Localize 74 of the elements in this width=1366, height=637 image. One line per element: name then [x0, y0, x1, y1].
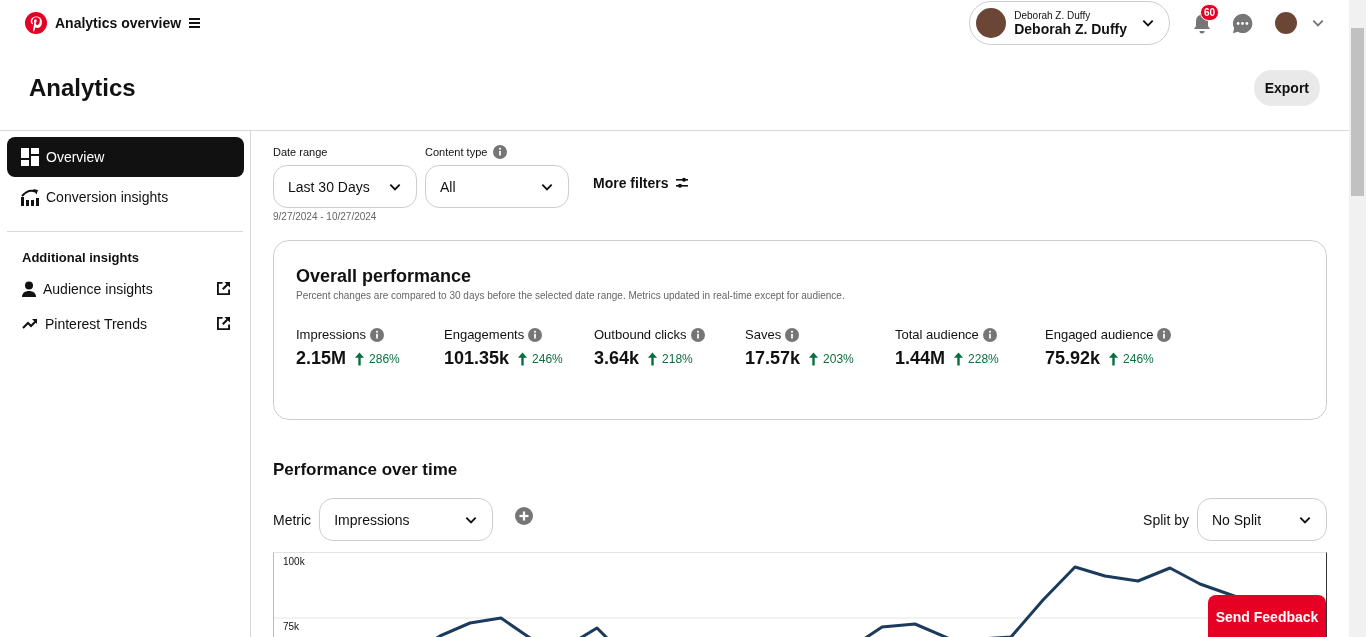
account-switcher[interactable]: Deborah Z. Duffy Deborah Z. Duffy	[969, 1, 1170, 45]
arrow-up-icon	[647, 351, 659, 366]
metric-dropdown[interactable]: Impressions	[319, 498, 494, 541]
person-icon	[22, 280, 36, 297]
metric-label: Saves	[745, 327, 782, 342]
menu-icon[interactable]	[189, 18, 201, 28]
trending-up-icon	[22, 317, 38, 330]
scrollbar-thumb[interactable]	[1351, 28, 1364, 196]
avatar-placeholder[interactable]	[1275, 12, 1297, 34]
sidebar-link[interactable]: Audience insights	[7, 271, 244, 306]
filter-label: Content type	[425, 146, 488, 158]
info-icon	[528, 327, 543, 342]
metric-change: 246%	[532, 351, 563, 366]
scrollbar[interactable]	[1349, 0, 1366, 637]
metric-change: 203%	[823, 351, 854, 366]
account-subtitle: Deborah Z. Duffy	[1014, 9, 1091, 21]
section-heading: Additional insights	[21, 249, 140, 267]
axis-tick-label: 75k	[283, 621, 300, 632]
metric-label: Engagements	[444, 327, 525, 342]
metric-value: 17.57k	[745, 348, 801, 369]
metric-change: 218%	[662, 351, 693, 366]
content-type-dropdown[interactable]: All	[425, 165, 569, 208]
card-title: Overall performance	[296, 266, 473, 287]
notification-badge: 60	[1200, 4, 1220, 21]
info-icon	[690, 327, 705, 342]
external-link-icon	[217, 282, 230, 295]
split-dropdown[interactable]: No Split	[1197, 498, 1327, 541]
info-icon	[493, 145, 508, 159]
arrow-up-icon	[1108, 351, 1120, 366]
arrow-up-icon	[953, 351, 965, 366]
metric-value: 101.35k	[444, 348, 510, 369]
metric-value: 1.44M	[895, 348, 946, 369]
dashboard-icon	[21, 148, 39, 166]
more-filters-button[interactable]: More filters	[593, 175, 689, 191]
metric-label: Impressions	[296, 327, 367, 342]
date-range-text: 9/27/2024 - 10/27/2024	[273, 211, 378, 222]
date-range-dropdown[interactable]: Last 30 Days	[273, 165, 417, 208]
metric-value: 2.15M	[296, 348, 347, 369]
card-note: Percent changes are compared to 30 days before the selected date range. Metrics updated in real-time except for audience.	[296, 290, 846, 301]
metric-label: Engaged audience	[1045, 327, 1154, 342]
export-button[interactable]: Export	[1253, 70, 1320, 106]
pinterest-logo-icon[interactable]	[25, 12, 47, 34]
page-heading: Analytics	[29, 74, 136, 102]
metric-change: 246%	[1123, 351, 1154, 366]
sidebar-item[interactable]: Overview	[7, 137, 244, 177]
sidebar-link[interactable]: Pinterest Trends	[7, 306, 244, 341]
metric-change: 286%	[369, 351, 400, 366]
info-icon	[982, 327, 997, 342]
metric-change: 228%	[968, 351, 999, 366]
sidebar-item[interactable]: Conversion insights	[7, 177, 244, 217]
arrow-up-icon	[808, 351, 820, 366]
metric-label: Total audience	[895, 327, 979, 342]
avatar-placeholder	[976, 8, 1007, 38]
axis-tick-label: 100k	[283, 556, 305, 567]
arrow-up-icon	[517, 351, 529, 366]
send-feedback-button[interactable]: Send Feedback	[1208, 595, 1326, 637]
metric-value: 75.92k	[1045, 348, 1101, 369]
page-title: Analytics overview	[55, 15, 182, 31]
metric-label: Metric	[273, 511, 312, 528]
external-link-icon	[217, 317, 230, 330]
split-label: Split by	[1143, 511, 1189, 528]
account-name: Deborah Z. Duffy	[1014, 20, 1127, 37]
bar-chart-arrow-icon	[21, 188, 39, 206]
chat-bubble-icon[interactable]	[1232, 12, 1253, 34]
metric-label: Outbound clicks	[594, 327, 687, 342]
filter-label: Date range	[273, 145, 329, 160]
arrow-up-icon	[354, 351, 366, 366]
metric-value: 3.64k	[594, 348, 640, 369]
info-icon	[785, 327, 800, 342]
add-icon[interactable]	[515, 506, 534, 525]
info-icon	[370, 327, 385, 342]
sliders-icon	[676, 177, 689, 189]
info-icon	[1157, 327, 1172, 342]
section-heading: Performance over time	[273, 460, 459, 480]
